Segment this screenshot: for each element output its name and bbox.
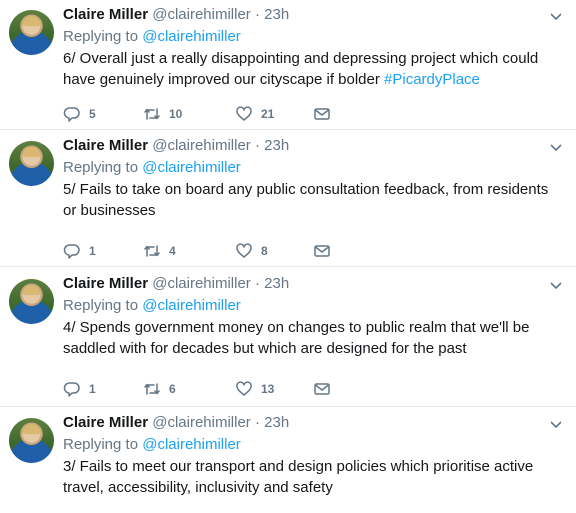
chevron-down-icon[interactable] <box>548 139 564 155</box>
retweet-icon <box>144 108 160 120</box>
tweet-timestamp[interactable]: 23h <box>264 414 289 431</box>
replying-to: Replying to @clairehimiller <box>63 297 241 314</box>
tweet-timestamp[interactable]: 23h <box>264 137 289 154</box>
tweet-timestamp[interactable]: 23h <box>264 275 289 292</box>
author-handle[interactable]: @clairehimiller <box>152 275 251 292</box>
replying-to: Replying to @clairehimiller <box>63 28 241 45</box>
heart-icon <box>236 381 252 396</box>
reply-count: 1 <box>89 382 96 396</box>
author-name[interactable]: Claire Miller <box>63 6 148 23</box>
reply-mention-link[interactable]: @clairehimiller <box>142 436 241 453</box>
reply-mention-link[interactable]: @clairehimiller <box>142 28 241 45</box>
separator-dot: · <box>254 6 260 23</box>
tweet-body: 4/ Spends government money on changes to… <box>63 319 530 357</box>
like-count: 8 <box>261 244 268 258</box>
tweet-header: Claire Miller @clairehimiller · 23h <box>63 413 289 433</box>
like-button[interactable]: 8 <box>235 242 313 260</box>
author-name[interactable]: Claire Miller <box>63 137 148 154</box>
retweet-button[interactable]: 4 <box>143 242 235 260</box>
tweet-header: Claire Miller @clairehimiller · 23h <box>63 274 289 294</box>
reply-icon <box>63 244 80 259</box>
tweet[interactable]: Claire Miller @clairehimiller · 23h Repl… <box>0 269 576 407</box>
envelope-icon[interactable] <box>313 380 331 398</box>
chevron-down-icon[interactable] <box>548 416 564 432</box>
tweet-text: 5/ Fails to take on board any public con… <box>63 179 563 221</box>
retweet-button[interactable]: 6 <box>143 380 235 398</box>
avatar[interactable] <box>9 418 54 463</box>
tweet[interactable]: Claire Miller @clairehimiller · 23h Repl… <box>0 0 576 130</box>
tweet-text: 4/ Spends government money on changes to… <box>63 317 563 359</box>
retweet-button[interactable]: 10 <box>143 105 235 123</box>
reply-icon <box>63 382 80 397</box>
reply-button[interactable]: 5 <box>63 105 143 123</box>
tweet-header: Claire Miller @clairehimiller · 23h <box>63 136 289 156</box>
tweet-actions: 5 10 21 <box>63 104 331 124</box>
tweet-actions: 1 6 13 <box>63 379 331 399</box>
tweet[interactable]: Claire Miller @clairehimiller · 23h Repl… <box>0 408 576 513</box>
author-handle[interactable]: @clairehimiller <box>152 137 251 154</box>
replying-to-label: Replying to <box>63 28 139 45</box>
reply-button[interactable]: 1 <box>63 380 143 398</box>
replying-to: Replying to @clairehimiller <box>63 436 241 453</box>
like-button[interactable]: 21 <box>235 105 313 123</box>
retweet-count: 6 <box>169 382 176 396</box>
reply-count: 1 <box>89 244 96 258</box>
tweet-timestamp[interactable]: 23h <box>264 6 289 23</box>
tweet-body: 3/ Fails to meet our transport and desig… <box>63 458 534 496</box>
separator-dot: · <box>254 275 260 292</box>
reply-mention-link[interactable]: @clairehimiller <box>142 297 241 314</box>
tweet-text: 6/ Overall just a really disappointing a… <box>63 48 563 90</box>
reply-icon <box>63 107 80 122</box>
avatar[interactable] <box>9 279 54 324</box>
retweet-icon <box>144 383 160 395</box>
retweet-count: 4 <box>169 244 176 258</box>
replying-to-label: Replying to <box>63 297 139 314</box>
retweet-icon <box>144 245 160 257</box>
tweet[interactable]: Claire Miller @clairehimiller · 23h Repl… <box>0 131 576 267</box>
reply-count: 5 <box>89 107 96 121</box>
chevron-down-icon[interactable] <box>548 8 564 24</box>
separator-dot: · <box>254 137 260 154</box>
envelope-icon[interactable] <box>313 242 331 260</box>
like-count: 13 <box>261 382 275 396</box>
tweet-body: 5/ Fails to take on board any public con… <box>63 181 549 219</box>
reply-mention-link[interactable]: @clairehimiller <box>142 159 241 176</box>
retweet-count: 10 <box>169 107 183 121</box>
heart-icon <box>236 243 252 258</box>
heart-icon <box>236 106 252 121</box>
tweet-feed: Claire Miller @clairehimiller · 23h Repl… <box>0 0 576 513</box>
replying-to-label: Replying to <box>63 159 139 176</box>
reply-button[interactable]: 1 <box>63 242 143 260</box>
author-name[interactable]: Claire Miller <box>63 275 148 292</box>
replying-to: Replying to @clairehimiller <box>63 159 241 176</box>
tweet-actions: 1 4 8 <box>63 241 331 261</box>
separator-dot: · <box>254 414 260 431</box>
replying-to-label: Replying to <box>63 436 139 453</box>
tweet-text: 3/ Fails to meet our transport and desig… <box>63 456 563 498</box>
avatar[interactable] <box>9 141 54 186</box>
author-handle[interactable]: @clairehimiller <box>152 414 251 431</box>
avatar[interactable] <box>9 10 54 55</box>
hashtag-link[interactable]: #PicardyPlace <box>384 71 480 88</box>
chevron-down-icon[interactable] <box>548 277 564 293</box>
like-count: 21 <box>261 107 275 121</box>
tweet-header: Claire Miller @clairehimiller · 23h <box>63 5 289 25</box>
envelope-icon[interactable] <box>313 105 331 123</box>
author-handle[interactable]: @clairehimiller <box>152 6 251 23</box>
author-name[interactable]: Claire Miller <box>63 414 148 431</box>
like-button[interactable]: 13 <box>235 380 313 398</box>
